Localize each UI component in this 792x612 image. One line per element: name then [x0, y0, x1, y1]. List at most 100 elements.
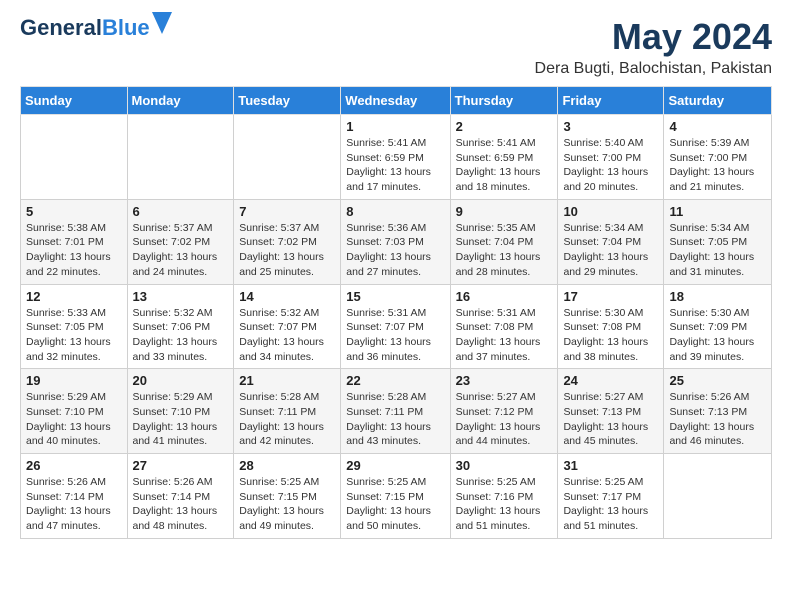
day-number: 26	[26, 458, 122, 473]
calendar-cell: 3Sunrise: 5:40 AMSunset: 7:00 PMDaylight…	[558, 115, 664, 200]
day-info: Sunrise: 5:27 AMSunset: 7:13 PMDaylight:…	[563, 391, 648, 447]
calendar-cell: 21 Sunrise: 5:28 AMSunset: 7:11 PMDayligh…	[234, 369, 341, 454]
day-number: 22	[346, 373, 444, 388]
day-info: Sunrise: 5:39 AMSunset: 7:00 PMDaylight:…	[669, 137, 754, 193]
day-number: 13	[133, 289, 229, 304]
calendar-body: 1Sunrise: 5:41 AMSunset: 6:59 PMDaylight…	[21, 115, 772, 539]
day-number: 4	[669, 119, 766, 134]
day-info: Sunrise: 5:29 AMSunset: 7:10 PMDaylight:…	[133, 391, 218, 447]
day-info: Sunrise: 5:32 AMSunset: 7:06 PMDaylight:…	[133, 307, 218, 363]
col-wednesday: Wednesday	[341, 87, 450, 115]
day-number: 17	[563, 289, 658, 304]
day-number: 14	[239, 289, 335, 304]
logo-icon	[152, 12, 172, 39]
calendar-cell	[234, 115, 341, 200]
right-header: May 2024 Dera Bugti, Balochistan, Pakist…	[535, 16, 772, 78]
calendar-cell: 18 Sunrise: 5:30 AMSunset: 7:09 PMDayligh…	[664, 284, 772, 369]
day-number: 5	[26, 204, 122, 219]
day-info: Sunrise: 5:29 AMSunset: 7:10 PMDaylight:…	[26, 391, 111, 447]
day-number: 28	[239, 458, 335, 473]
day-number: 9	[456, 204, 553, 219]
calendar-cell	[127, 115, 234, 200]
calendar-cell: 27 Sunrise: 5:26 AMSunset: 7:14 PMDayligh…	[127, 454, 234, 539]
week-row-3: 12 Sunrise: 5:33 AMSunset: 7:05 PMDayligh…	[21, 284, 772, 369]
day-info: Sunrise: 5:30 AMSunset: 7:09 PMDaylight:…	[669, 307, 754, 363]
day-number: 18	[669, 289, 766, 304]
day-info: Sunrise: 5:26 AMSunset: 7:13 PMDaylight:…	[669, 391, 754, 447]
calendar-cell: 11Sunrise: 5:34 AMSunset: 7:05 PMDayligh…	[664, 199, 772, 284]
day-number: 23	[456, 373, 553, 388]
day-number: 20	[133, 373, 229, 388]
calendar-cell: 22Sunrise: 5:28 AMSunset: 7:11 PMDayligh…	[341, 369, 450, 454]
day-number: 24	[563, 373, 658, 388]
day-number: 12	[26, 289, 122, 304]
day-info: Sunrise: 5:36 AMSunset: 7:03 PMDaylight:…	[346, 222, 431, 278]
calendar-cell: 2Sunrise: 5:41 AMSunset: 6:59 PMDaylight…	[450, 115, 558, 200]
day-info: Sunrise: 5:34 AMSunset: 7:04 PMDaylight:…	[563, 222, 648, 278]
calendar-cell: 31 Sunrise: 5:25 AMSunset: 7:17 PMDayligh…	[558, 454, 664, 539]
day-info: Sunrise: 5:28 AMSunset: 7:11 PMDaylight:…	[239, 391, 324, 447]
calendar-cell: 10 Sunrise: 5:34 AMSunset: 7:04 PMDayligh…	[558, 199, 664, 284]
col-friday: Friday	[558, 87, 664, 115]
col-tuesday: Tuesday	[234, 87, 341, 115]
day-number: 15	[346, 289, 444, 304]
calendar-cell: 23 Sunrise: 5:27 AMSunset: 7:12 PMDayligh…	[450, 369, 558, 454]
calendar-cell: 28 Sunrise: 5:25 AMSunset: 7:15 PMDayligh…	[234, 454, 341, 539]
day-number: 11	[669, 204, 766, 219]
day-number: 27	[133, 458, 229, 473]
col-monday: Monday	[127, 87, 234, 115]
calendar-cell: 30 Sunrise: 5:25 AMSunset: 7:16 PMDayligh…	[450, 454, 558, 539]
day-number: 19	[26, 373, 122, 388]
col-thursday: Thursday	[450, 87, 558, 115]
calendar-cell: 16 Sunrise: 5:31 AMSunset: 7:08 PMDayligh…	[450, 284, 558, 369]
day-info: Sunrise: 5:41 AMSunset: 6:59 PMDaylight:…	[456, 137, 541, 193]
week-row-4: 19 Sunrise: 5:29 AMSunset: 7:10 PMDayligh…	[21, 369, 772, 454]
day-info: Sunrise: 5:26 AMSunset: 7:14 PMDaylight:…	[133, 476, 218, 532]
calendar-cell: 24 Sunrise: 5:27 AMSunset: 7:13 PMDayligh…	[558, 369, 664, 454]
calendar-cell: 29Sunrise: 5:25 AMSunset: 7:15 PMDayligh…	[341, 454, 450, 539]
day-info: Sunrise: 5:31 AMSunset: 7:08 PMDaylight:…	[456, 307, 541, 363]
day-info: Sunrise: 5:26 AMSunset: 7:14 PMDaylight:…	[26, 476, 111, 532]
week-row-5: 26 Sunrise: 5:26 AMSunset: 7:14 PMDayligh…	[21, 454, 772, 539]
calendar-cell: 20 Sunrise: 5:29 AMSunset: 7:10 PMDayligh…	[127, 369, 234, 454]
calendar-cell: 12 Sunrise: 5:33 AMSunset: 7:05 PMDayligh…	[21, 284, 128, 369]
page-container: GeneralBlue May 2024 Dera Bugti, Balochi…	[20, 16, 772, 539]
day-number: 25	[669, 373, 766, 388]
day-number: 10	[563, 204, 658, 219]
calendar-cell: 25 Sunrise: 5:26 AMSunset: 7:13 PMDayligh…	[664, 369, 772, 454]
day-info: Sunrise: 5:33 AMSunset: 7:05 PMDaylight:…	[26, 307, 111, 363]
calendar-cell: 6Sunrise: 5:37 AMSunset: 7:02 PMDaylight…	[127, 199, 234, 284]
col-saturday: Saturday	[664, 87, 772, 115]
day-number: 16	[456, 289, 553, 304]
calendar-cell: 19 Sunrise: 5:29 AMSunset: 7:10 PMDayligh…	[21, 369, 128, 454]
day-number: 31	[563, 458, 658, 473]
day-number: 21	[239, 373, 335, 388]
day-info: Sunrise: 5:35 AMSunset: 7:04 PMDaylight:…	[456, 222, 541, 278]
calendar-cell: 1Sunrise: 5:41 AMSunset: 6:59 PMDaylight…	[341, 115, 450, 200]
location-title: Dera Bugti, Balochistan, Pakistan	[535, 60, 772, 78]
day-info: Sunrise: 5:27 AMSunset: 7:12 PMDaylight:…	[456, 391, 541, 447]
day-number: 30	[456, 458, 553, 473]
calendar-cell: 8 Sunrise: 5:36 AMSunset: 7:03 PMDaylight…	[341, 199, 450, 284]
calendar-cell: 26 Sunrise: 5:26 AMSunset: 7:14 PMDayligh…	[21, 454, 128, 539]
day-info: Sunrise: 5:38 AMSunset: 7:01 PMDaylight:…	[26, 222, 111, 278]
day-number: 8	[346, 204, 444, 219]
calendar-cell: 14Sunrise: 5:32 AMSunset: 7:07 PMDayligh…	[234, 284, 341, 369]
week-row-1: 1Sunrise: 5:41 AMSunset: 6:59 PMDaylight…	[21, 115, 772, 200]
calendar-cell: 13 Sunrise: 5:32 AMSunset: 7:06 PMDayligh…	[127, 284, 234, 369]
day-info: Sunrise: 5:25 AMSunset: 7:15 PMDaylight:…	[346, 476, 431, 532]
calendar-cell: 5 Sunrise: 5:38 AMSunset: 7:01 PMDaylight…	[21, 199, 128, 284]
calendar-cell	[664, 454, 772, 539]
day-info: Sunrise: 5:31 AMSunset: 7:07 PMDaylight:…	[346, 307, 431, 363]
calendar-cell: 7Sunrise: 5:37 AMSunset: 7:02 PMDaylight…	[234, 199, 341, 284]
day-info: Sunrise: 5:41 AMSunset: 6:59 PMDaylight:…	[346, 137, 431, 193]
day-info: Sunrise: 5:37 AMSunset: 7:02 PMDaylight:…	[239, 222, 324, 278]
day-info: Sunrise: 5:25 AMSunset: 7:17 PMDaylight:…	[563, 476, 648, 532]
calendar-table: Sunday Monday Tuesday Wednesday Thursday…	[20, 86, 772, 539]
calendar-cell: 4 Sunrise: 5:39 AMSunset: 7:00 PMDaylight…	[664, 115, 772, 200]
day-info: Sunrise: 5:25 AMSunset: 7:15 PMDaylight:…	[239, 476, 324, 532]
day-info: Sunrise: 5:25 AMSunset: 7:16 PMDaylight:…	[456, 476, 541, 532]
calendar-cell: 15 Sunrise: 5:31 AMSunset: 7:07 PMDayligh…	[341, 284, 450, 369]
header: GeneralBlue May 2024 Dera Bugti, Balochi…	[20, 16, 772, 78]
calendar-cell	[21, 115, 128, 200]
